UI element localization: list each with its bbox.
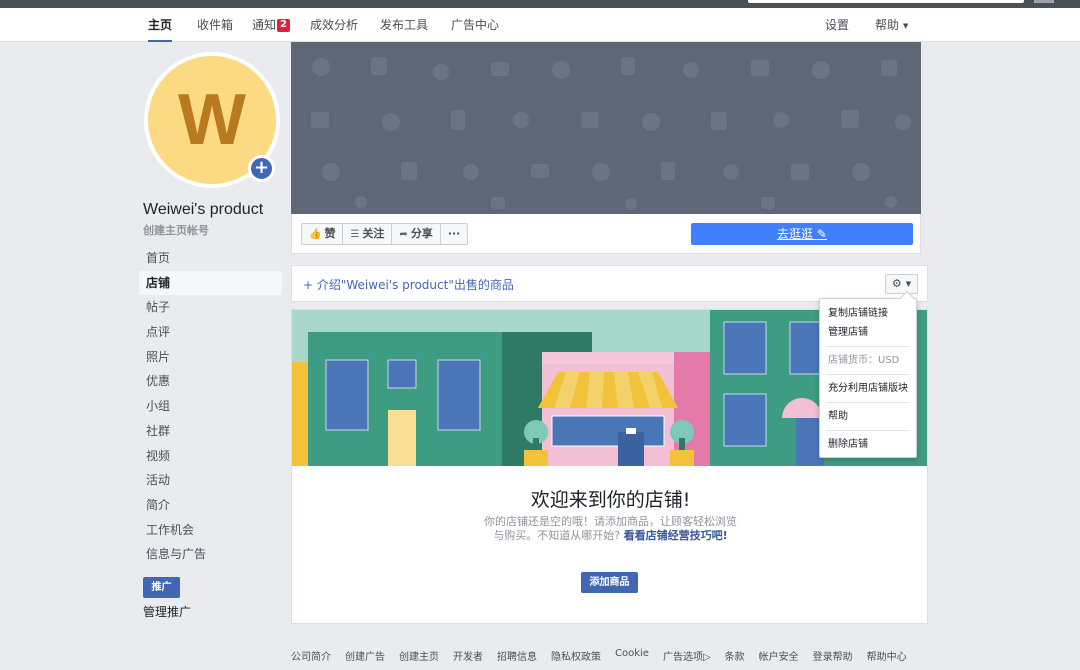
sidebar-item-info-and-ads[interactable]: 信息与广告: [139, 542, 282, 567]
more-options-button[interactable]: ···: [441, 224, 468, 244]
like-label: 赞: [324, 227, 336, 240]
nav-tab-insights[interactable]: 成效分析: [310, 8, 358, 42]
pencil-icon: ✎: [816, 227, 827, 241]
footer-link-help-center[interactable]: 帮助中心: [867, 648, 907, 663]
add-product-button[interactable]: 添加商品: [581, 572, 638, 593]
sidebar-item-shop[interactable]: 店铺: [139, 270, 282, 296]
nav-help[interactable]: 帮助 ▼: [875, 8, 908, 42]
nav-tab-ad-center-label: 广告中心: [451, 18, 500, 32]
shop-settings-button[interactable]: ⚙ ▼: [885, 274, 918, 294]
nav-settings-label: 设置: [825, 18, 850, 32]
menu-item-copy-shop-link[interactable]: 复制店铺链接: [820, 304, 916, 323]
footer-link-careers[interactable]: 招聘信息: [497, 648, 537, 663]
sidebar-item-community[interactable]: 社群: [139, 419, 282, 444]
footer-link-privacy[interactable]: 隐私权政策: [551, 648, 601, 663]
footer-links: 公司简介 创建广告 创建主页 开发者 招聘信息 隐私权政策 Cookie 广告选…: [291, 648, 921, 663]
promote-button[interactable]: 推广: [143, 577, 180, 598]
top-bar-strip: [0, 0, 1080, 8]
welcome-description: 你的店铺还是空的哦！请添加商品，让顾客轻松浏览与购买。不知道从哪开始? 看看店铺…: [483, 515, 738, 543]
top-bar-icon-fragment: [1034, 0, 1054, 3]
footer-link-login-help[interactable]: 登录帮助: [813, 648, 853, 663]
add-photo-plus-icon[interactable]: +: [248, 155, 275, 182]
manage-promotions-link[interactable]: 管理推广: [143, 603, 191, 620]
nav-tab-inbox-label: 收件箱: [197, 18, 234, 32]
describe-products-link[interactable]: + 介绍"Weiwei's product"出售的商品: [303, 276, 514, 293]
menu-item-delete-shop[interactable]: 删除店铺: [820, 435, 916, 454]
sidebar-item-events[interactable]: 活动: [139, 468, 282, 493]
footer-link-about[interactable]: 公司简介: [291, 648, 331, 663]
menu-divider: [826, 374, 910, 375]
nav-tab-ad-center[interactable]: 广告中心: [451, 8, 499, 42]
nav-tab-publishing-tools[interactable]: 发布工具: [380, 8, 428, 42]
footer-link-developers[interactable]: 开发者: [453, 648, 483, 663]
menu-item-manage-shop[interactable]: 管理店铺: [820, 323, 916, 342]
footer-link-account-security[interactable]: 帐户安全: [759, 648, 799, 663]
sidebar-item-about[interactable]: 简介: [139, 493, 282, 518]
shop-tips-link[interactable]: 看看店铺经营技巧吧!: [624, 529, 728, 542]
menu-divider: [826, 346, 910, 347]
page-action-bar: 👍 赞 ☰ 关注 ➦ 分享 ··· 去逛逛 ✎: [291, 214, 921, 254]
sidebar-item-videos[interactable]: 视频: [139, 444, 282, 469]
shop-intro-bar: + 介绍"Weiwei's product"出售的商品 ⚙ ▼: [291, 265, 928, 302]
welcome-title: 欢迎来到你的店铺!: [530, 489, 691, 511]
share-label: 分享: [410, 227, 433, 240]
notification-count-badge: 2: [277, 19, 290, 32]
nav-tab-publishing-tools-label: 发布工具: [380, 18, 429, 32]
sidebar-item-offers[interactable]: 优惠: [139, 369, 282, 394]
footer-link-ad-choices[interactable]: 广告选项▷: [663, 648, 711, 663]
chevron-down-icon: ▼: [905, 280, 912, 288]
nav-help-label: 帮助: [875, 18, 900, 32]
shop-settings-menu: 复制店铺链接 管理店铺 店铺货币：USD 充分利用店铺版块 帮助 删除店铺: [819, 290, 917, 458]
nav-tab-insights-label: 成效分析: [310, 18, 359, 32]
footer-link-cookies[interactable]: Cookie: [615, 648, 649, 662]
cover-pattern: [311, 57, 911, 210]
menu-item-make-most-of-shop[interactable]: 充分利用店铺版块: [820, 379, 916, 398]
follow-label: 关注: [362, 227, 385, 240]
follow-button[interactable]: ☰ 关注: [343, 224, 393, 244]
footer-link-create-page[interactable]: 创建主页: [399, 648, 439, 663]
chevron-down-icon: ▼: [903, 22, 909, 30]
nav-tab-home-label: 主页: [148, 18, 173, 32]
sidebar-item-photos[interactable]: 照片: [139, 345, 282, 370]
footer-link-create-ad[interactable]: 创建广告: [345, 648, 385, 663]
rss-icon: ☰: [350, 229, 360, 240]
page-nav-bar: 主页 收件箱 通知 2 成效分析 发布工具 广告中心 设置 帮助 ▼: [0, 8, 1080, 42]
nav-tab-home[interactable]: 主页: [148, 8, 173, 42]
menu-item-help[interactable]: 帮助: [820, 407, 916, 426]
share-button[interactable]: ➦ 分享: [392, 224, 441, 244]
sidebar-menu: 首页 店铺 帖子 点评 照片 优惠 小组 社群 视频 活动 简介 工作机会 信息…: [139, 246, 282, 567]
nav-tab-notifications[interactable]: 通知 2: [252, 8, 290, 42]
search-bar-fragment[interactable]: [748, 0, 1024, 3]
page-title: Weiwei's product: [143, 201, 264, 218]
footer-link-terms[interactable]: 条款: [725, 648, 745, 663]
create-username-link[interactable]: 创建主页帐号: [143, 222, 209, 238]
nav-settings[interactable]: 设置: [825, 8, 849, 42]
shop-now-label: 去逛逛: [777, 227, 814, 241]
menu-divider: [826, 402, 910, 403]
sidebar-item-home[interactable]: 首页: [139, 246, 282, 271]
nav-tab-notifications-label: 通知: [252, 18, 277, 32]
cover-photo[interactable]: [291, 42, 921, 214]
shop-now-button[interactable]: 去逛逛 ✎: [691, 223, 913, 245]
like-button[interactable]: 👍 赞: [302, 224, 344, 244]
sidebar-item-groups[interactable]: 小组: [139, 394, 282, 419]
share-arrow-icon: ➦: [399, 229, 408, 240]
nav-tab-inbox[interactable]: 收件箱: [197, 8, 233, 42]
sidebar-item-jobs[interactable]: 工作机会: [139, 518, 282, 543]
gear-icon: ⚙: [891, 277, 902, 290]
menu-item-shop-currency: 店铺货币：USD: [828, 355, 900, 366]
menu-divider: [826, 430, 910, 431]
sidebar-item-reviews[interactable]: 点评: [139, 320, 282, 345]
thumbs-up-icon: 👍: [309, 229, 322, 240]
sidebar-item-posts[interactable]: 帖子: [139, 295, 282, 320]
page-action-buttons: 👍 赞 ☰ 关注 ➦ 分享 ···: [301, 223, 469, 245]
